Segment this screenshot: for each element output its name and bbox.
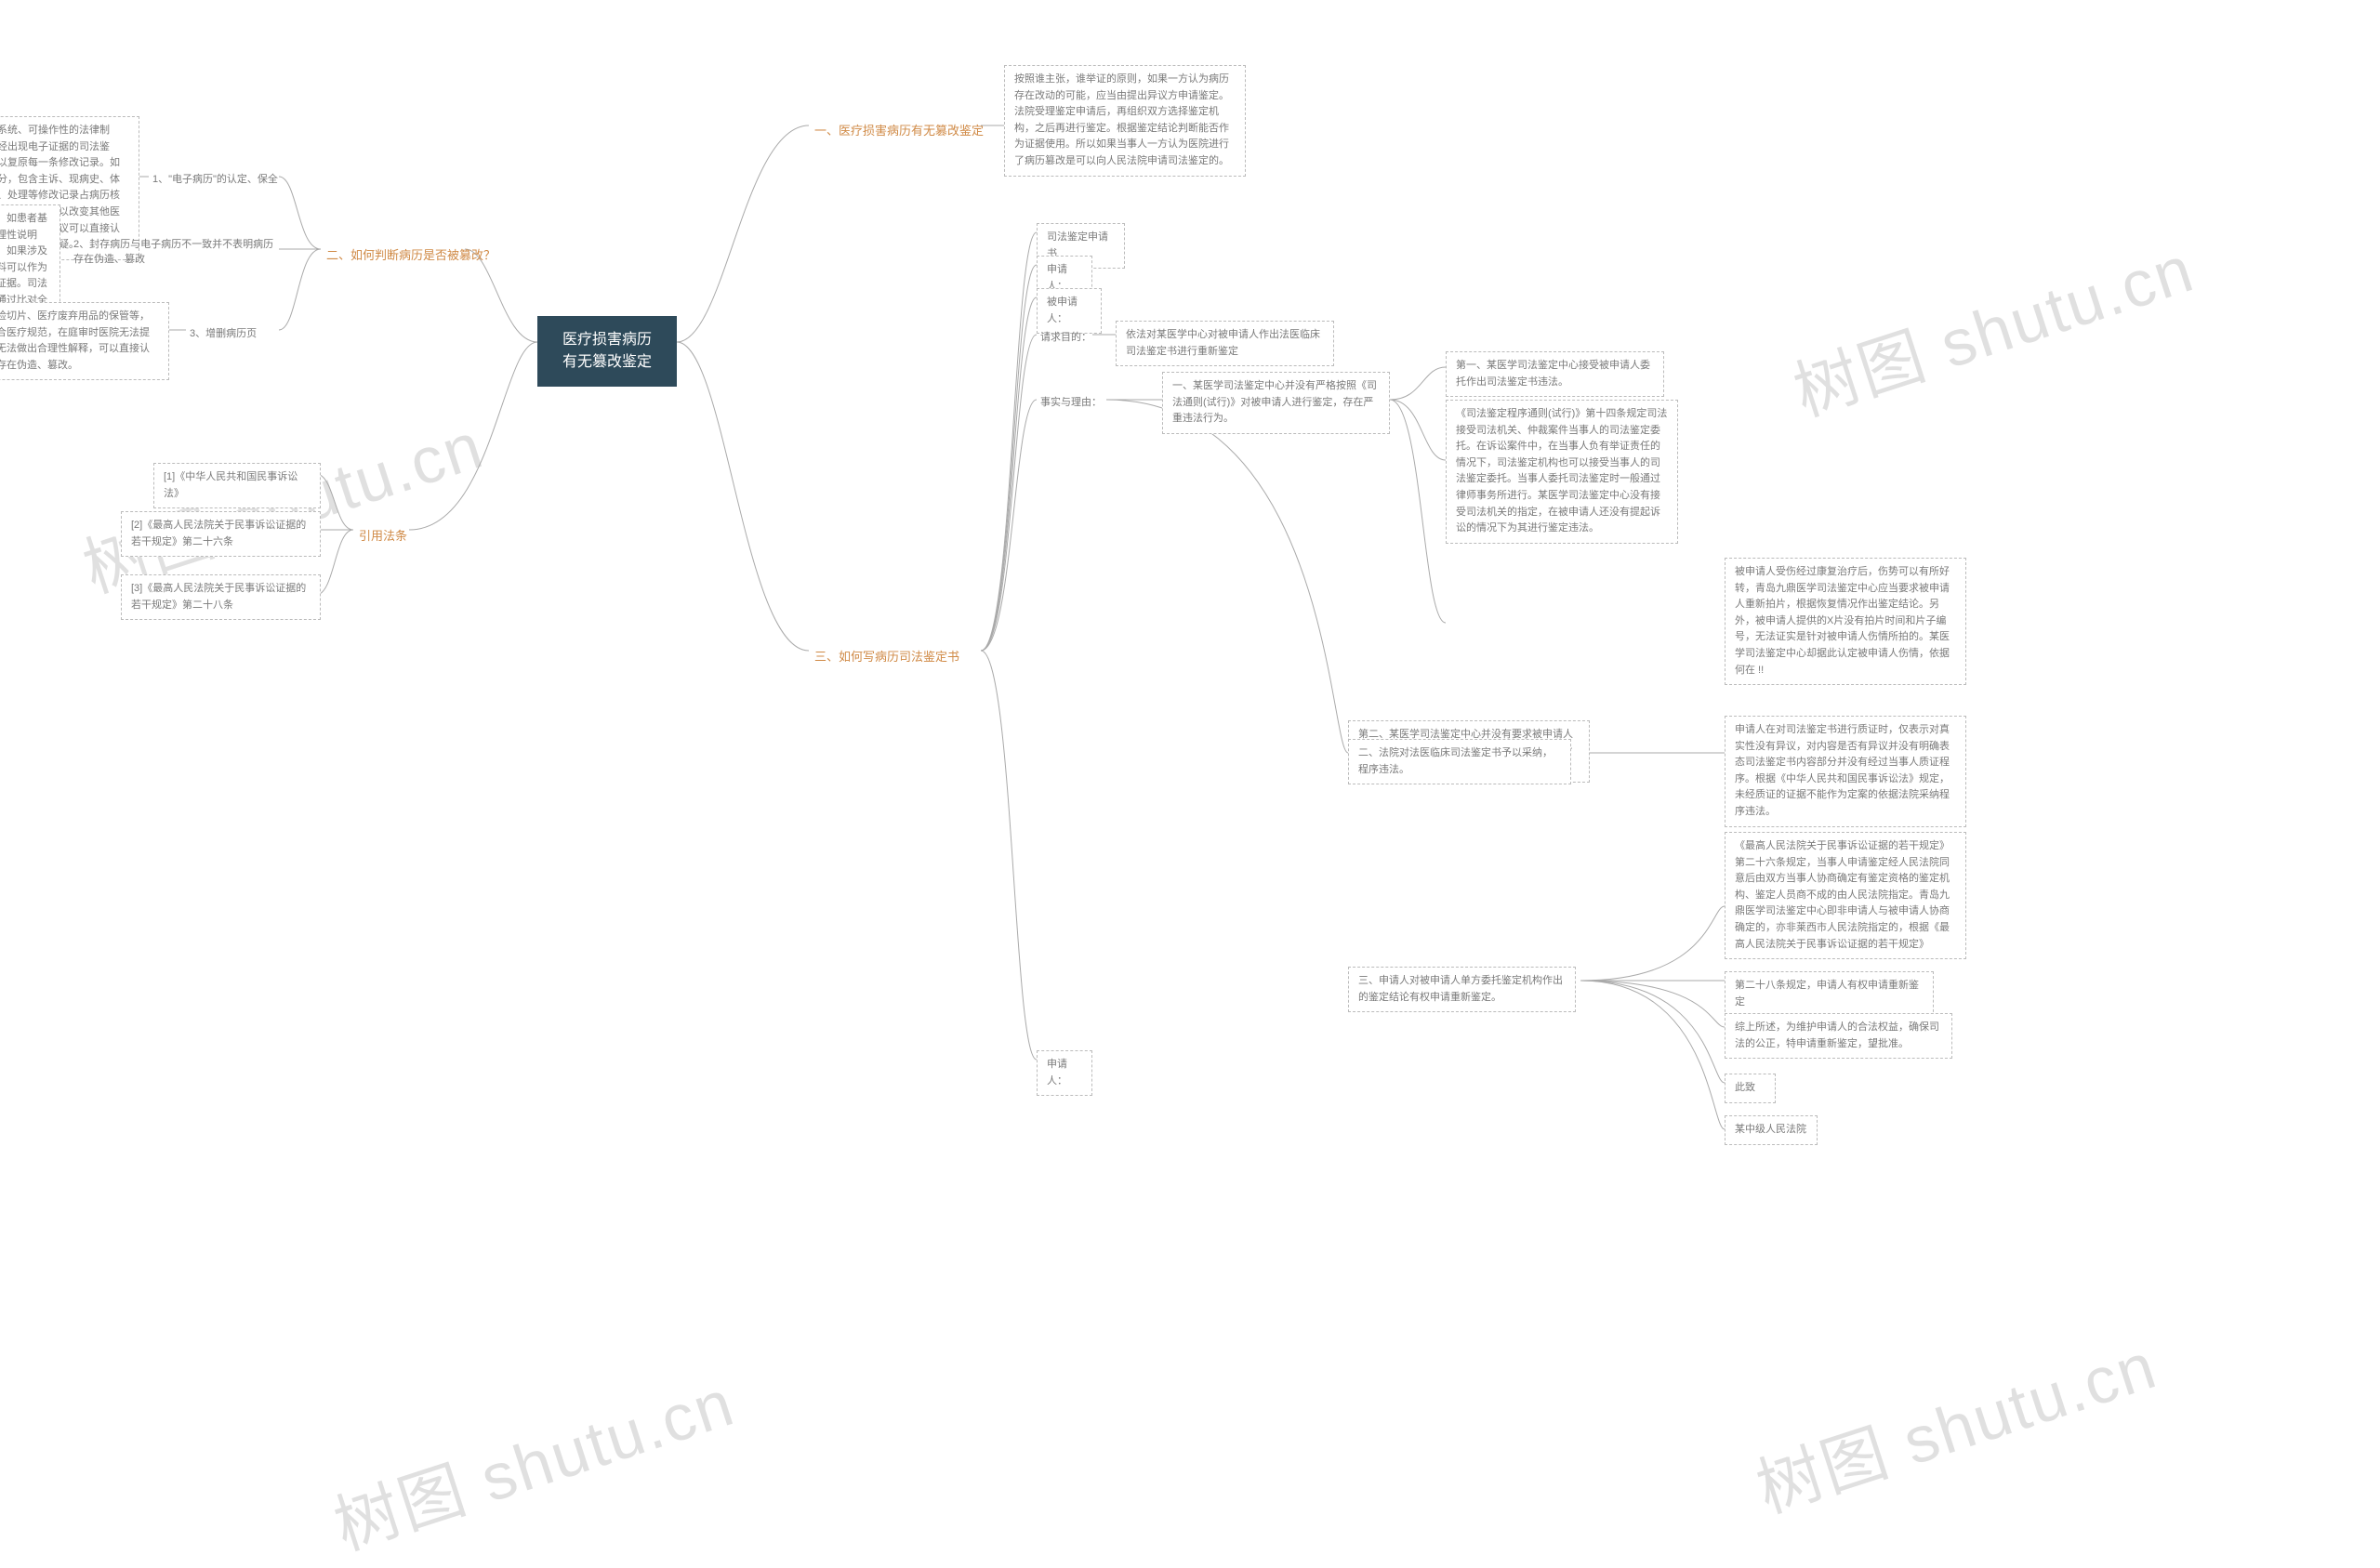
b2-item-1: 1、"电子病历"的认定、保全 — [149, 169, 284, 188]
b2-item-2: 2、封存病历与电子病历不一致并不表明病历存在伪造、篡改 — [70, 234, 284, 268]
branch-3: 三、如何写病历司法鉴定书 — [809, 643, 965, 668]
reason1-c1: 被申请人受伤经过康复治疗后，伤势可以有所好转，青岛九鼎医学司法鉴定中心应当要求被… — [1725, 558, 1966, 685]
reason3-c: 综上所述，为维护申请人的合法权益，确保司法的公正，特申请重新鉴定，望批准。 — [1725, 1013, 1952, 1059]
b2-item-3: 3、增删病历页 — [186, 323, 279, 342]
b3-s4: 请求目的： — [1037, 327, 1097, 346]
branch-law: 引用法条 — [353, 522, 413, 547]
reason2-a: 申请人在对司法鉴定书进行质证时，仅表示对真实性没有异议，对内容是否有异议并没有明… — [1725, 716, 1966, 827]
reason3-b: 第二十八条规定，申请人有权申请重新鉴定 — [1725, 971, 1934, 1017]
law-2: [2]《最高人民法院关于民事诉讼证据的若干规定》第二十六条 — [121, 511, 321, 557]
reason3-e: 某中级人民法院 — [1725, 1115, 1818, 1145]
reason3-d: 此致 — [1725, 1074, 1776, 1103]
root-node: 医疗损害病历有无篡改鉴定 — [537, 316, 677, 387]
b3-s6: 申请人： — [1037, 1050, 1092, 1096]
b3-s5: 事实与理由： — [1037, 392, 1106, 411]
reason1-b: 《司法鉴定程序通则(试行)》第十四条规定司法接受司法机关、仲裁案件当事人的司法鉴… — [1446, 400, 1678, 544]
reason3-a: 《最高人民法院关于民事诉讼证据的若干规定》第二十六条规定，当事人申请鉴定经人民法… — [1725, 832, 1966, 959]
reason2-title: 二、法院对法医临床司法鉴定书予以采纳，程序违法。 — [1348, 739, 1571, 784]
law-1: [1]《中华人民共和国民事诉讼法》 — [153, 463, 321, 508]
b3-s4-box: 依法对某医学中心对被申请人作出法医临床司法鉴定书进行重新鉴定 — [1116, 321, 1334, 366]
branch-1: 一、医疗损害病历有无篡改鉴定 — [809, 117, 989, 142]
b1-detail-box: 按照谁主张，谁举证的原则，如果一方认为病历存在改动的可能，应当由提出异议方申请鉴… — [1004, 65, 1246, 177]
mindmap-container: 医疗损害病历有无篡改鉴定 一、医疗损害病历有无篡改鉴定 按照谁主张，谁举证的原则… — [0, 0, 2380, 1538]
law-3: [3]《最高人民法院关于民事诉讼证据的若干规定》第二十八条 — [121, 574, 321, 620]
reason1-a: 第一、某医学司法鉴定中心接受被申请人委托作出司法鉴定书违法。 — [1446, 351, 1664, 397]
connector-lines — [0, 0, 2380, 1538]
b2-box-3: 包括病检切片、医疗废弃用品的保管等，如不符合医疗规范，在庭审时医院无法提供，且无… — [0, 302, 169, 380]
branch-2: 二、如何判断病历是否被篡改？ — [321, 242, 501, 267]
reason3-title: 三、申请人对被申请人单方委托鉴定机构作出的鉴定结论有权申请重新鉴定。 — [1348, 967, 1576, 1012]
reason1-title: 一、某医学司法鉴定中心并没有严格按照《司法通则(试行)》对被申请人进行鉴定，存在… — [1162, 372, 1390, 434]
